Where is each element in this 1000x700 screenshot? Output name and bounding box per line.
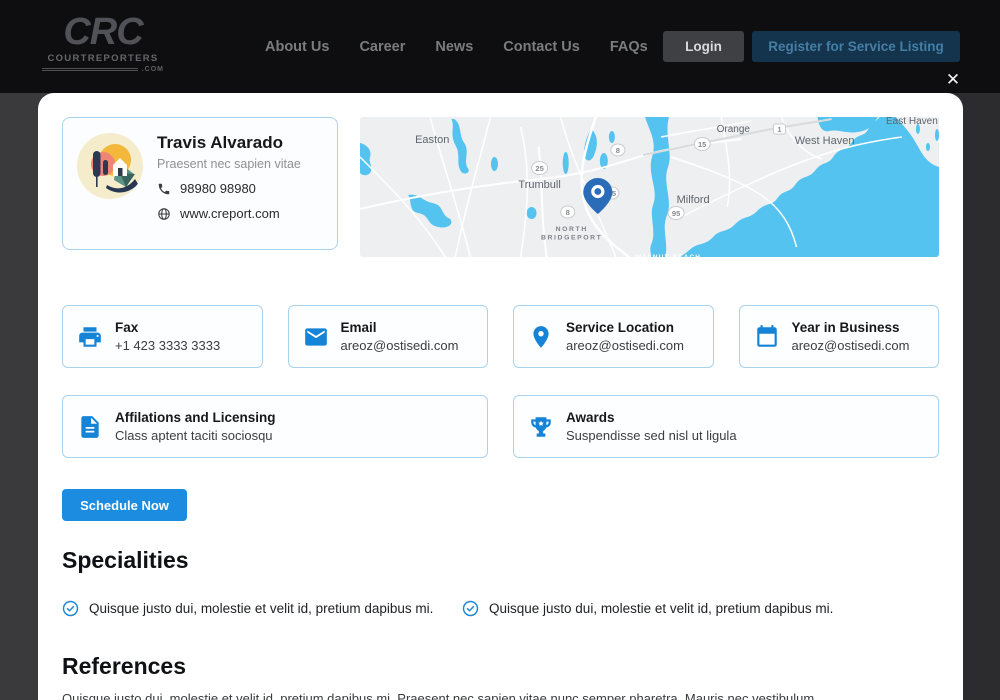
svg-text:95: 95 <box>672 209 680 218</box>
profile-subtitle: Praesent nec sapien vitae <box>157 157 301 171</box>
year-in-business-card: Year in Business areoz@ostisedi.com <box>739 305 940 368</box>
svg-text:Trumbull: Trumbull <box>518 179 560 191</box>
location-icon <box>528 324 554 350</box>
fax-value: +1 423 3333 3333 <box>115 338 220 353</box>
svg-text:BRIDGEPORT: BRIDGEPORT <box>541 235 602 242</box>
svg-text:1: 1 <box>777 125 781 134</box>
trophy-icon <box>528 414 554 440</box>
nav-career[interactable]: Career <box>359 39 405 55</box>
modal-top-row: Travis Alvarado Praesent nec sapien vita… <box>62 117 939 257</box>
references-heading: References <box>62 653 939 680</box>
fax-title: Fax <box>115 320 220 335</box>
calendar-icon <box>754 324 780 350</box>
globe-icon <box>157 207 171 221</box>
svg-text:West Haven: West Haven <box>795 135 855 147</box>
profile-website-link[interactable]: www.creport.com <box>180 206 280 221</box>
svg-text:East Haven: East Haven <box>886 117 938 127</box>
logo-wordmark: COURTREPORTERS <box>36 53 170 64</box>
profile-name: Travis Alvarado <box>157 133 301 153</box>
svg-text:25: 25 <box>535 164 543 173</box>
speciality-item: Quisque justo dui, molestie et velit id,… <box>462 600 862 617</box>
schedule-now-button[interactable]: Schedule Now <box>62 489 187 521</box>
svg-text:Easton: Easton <box>415 134 449 146</box>
service-location-card: Service Location areoz@ostisedi.com <box>513 305 714 368</box>
login-button[interactable]: Login <box>663 31 744 62</box>
email-card-text: Email areoz@ostisedi.com <box>341 320 459 353</box>
site-header: CRC COURTREPORTERS .COM About Us Career … <box>0 0 1000 93</box>
email-title: Email <box>341 320 459 335</box>
site-logo[interactable]: CRC COURTREPORTERS .COM <box>36 13 170 73</box>
affiliations-card-text: Affilations and Licensing Class aptent t… <box>115 410 276 443</box>
document-icon <box>77 414 103 440</box>
profile-card: Travis Alvarado Praesent nec sapien vita… <box>62 117 338 250</box>
year-in-business-title: Year in Business <box>792 320 910 335</box>
svg-text:8: 8 <box>566 208 570 217</box>
svg-text:8: 8 <box>616 146 620 155</box>
nav-contact-us[interactable]: Contact Us <box>503 39 580 55</box>
awards-card: Awards Suspendisse sed nisl ut ligula <box>513 395 939 458</box>
logo-acronym: CRC <box>36 13 170 51</box>
info-cards-row-2: Affilations and Licensing Class aptent t… <box>62 395 939 458</box>
info-cards-row-1: Fax +1 423 3333 3333 Email areoz@ostised… <box>62 305 939 368</box>
year-in-business-card-text: Year in Business areoz@ostisedi.com <box>792 320 910 353</box>
svg-text:15: 15 <box>698 140 706 149</box>
references-paragraph: Quisque justo dui, molestie et velit id,… <box>62 690 939 700</box>
check-circle-icon <box>462 600 479 617</box>
speciality-item: Quisque justo dui, molestie et velit id,… <box>62 600 462 617</box>
provider-detail-modal: Travis Alvarado Praesent nec sapien vita… <box>38 93 963 700</box>
email-icon <box>303 324 329 350</box>
specialities-heading: Specialities <box>62 547 939 574</box>
fax-card-text: Fax +1 423 3333 3333 <box>115 320 220 353</box>
svg-text:Milford: Milford <box>677 194 710 206</box>
main-nav: About Us Career News Contact Us FAQs <box>265 0 648 93</box>
svg-text:Orange: Orange <box>717 124 751 135</box>
nav-faqs[interactable]: FAQs <box>610 39 648 55</box>
svg-text:WALNUT BEACH: WALNUT BEACH <box>635 254 701 257</box>
logo-tld: .COM <box>142 66 164 73</box>
affiliations-value: Class aptent taciti sociosqu <box>115 428 276 443</box>
profile-phone-row: 98980 98980 <box>157 181 301 196</box>
fax-icon <box>77 324 103 350</box>
service-location-title: Service Location <box>566 320 684 335</box>
email-card: Email areoz@ostisedi.com <box>288 305 489 368</box>
profile-info: Travis Alvarado Praesent nec sapien vita… <box>157 133 301 234</box>
logo-divider-line <box>42 68 138 71</box>
phone-icon <box>157 182 171 196</box>
year-in-business-value: areoz@ostisedi.com <box>792 338 910 353</box>
service-location-value: areoz@ostisedi.com <box>566 338 684 353</box>
close-icon[interactable]: ✕ <box>941 68 965 92</box>
email-value: areoz@ostisedi.com <box>341 338 459 353</box>
profile-phone: 98980 98980 <box>180 181 256 196</box>
affiliations-card: Affilations and Licensing Class aptent t… <box>62 395 488 458</box>
profile-website-row: www.creport.com <box>157 206 301 221</box>
fax-card: Fax +1 423 3333 3333 <box>62 305 263 368</box>
speciality-text: Quisque justo dui, molestie et velit id,… <box>89 601 433 616</box>
register-service-listing-button[interactable]: Register for Service Listing <box>752 31 960 62</box>
service-area-map[interactable]: 25 8 8 15 1 95 15 Easton Tr <box>360 117 939 257</box>
speciality-text: Quisque justo dui, molestie et velit id,… <box>489 601 833 616</box>
affiliations-title: Affilations and Licensing <box>115 410 276 425</box>
service-location-card-text: Service Location areoz@ostisedi.com <box>566 320 684 353</box>
awards-card-text: Awards Suspendisse sed nisl ut ligula <box>566 410 737 443</box>
nav-about-us[interactable]: About Us <box>265 39 329 55</box>
avatar <box>77 133 143 199</box>
check-circle-icon <box>62 600 79 617</box>
logo-tld-row: .COM <box>36 66 170 73</box>
awards-value: Suspendisse sed nisl ut ligula <box>566 428 737 443</box>
nav-news[interactable]: News <box>435 39 473 55</box>
svg-text:NORTH: NORTH <box>556 226 588 233</box>
awards-title: Awards <box>566 410 737 425</box>
specialities-list: Quisque justo dui, molestie et velit id,… <box>62 600 939 617</box>
